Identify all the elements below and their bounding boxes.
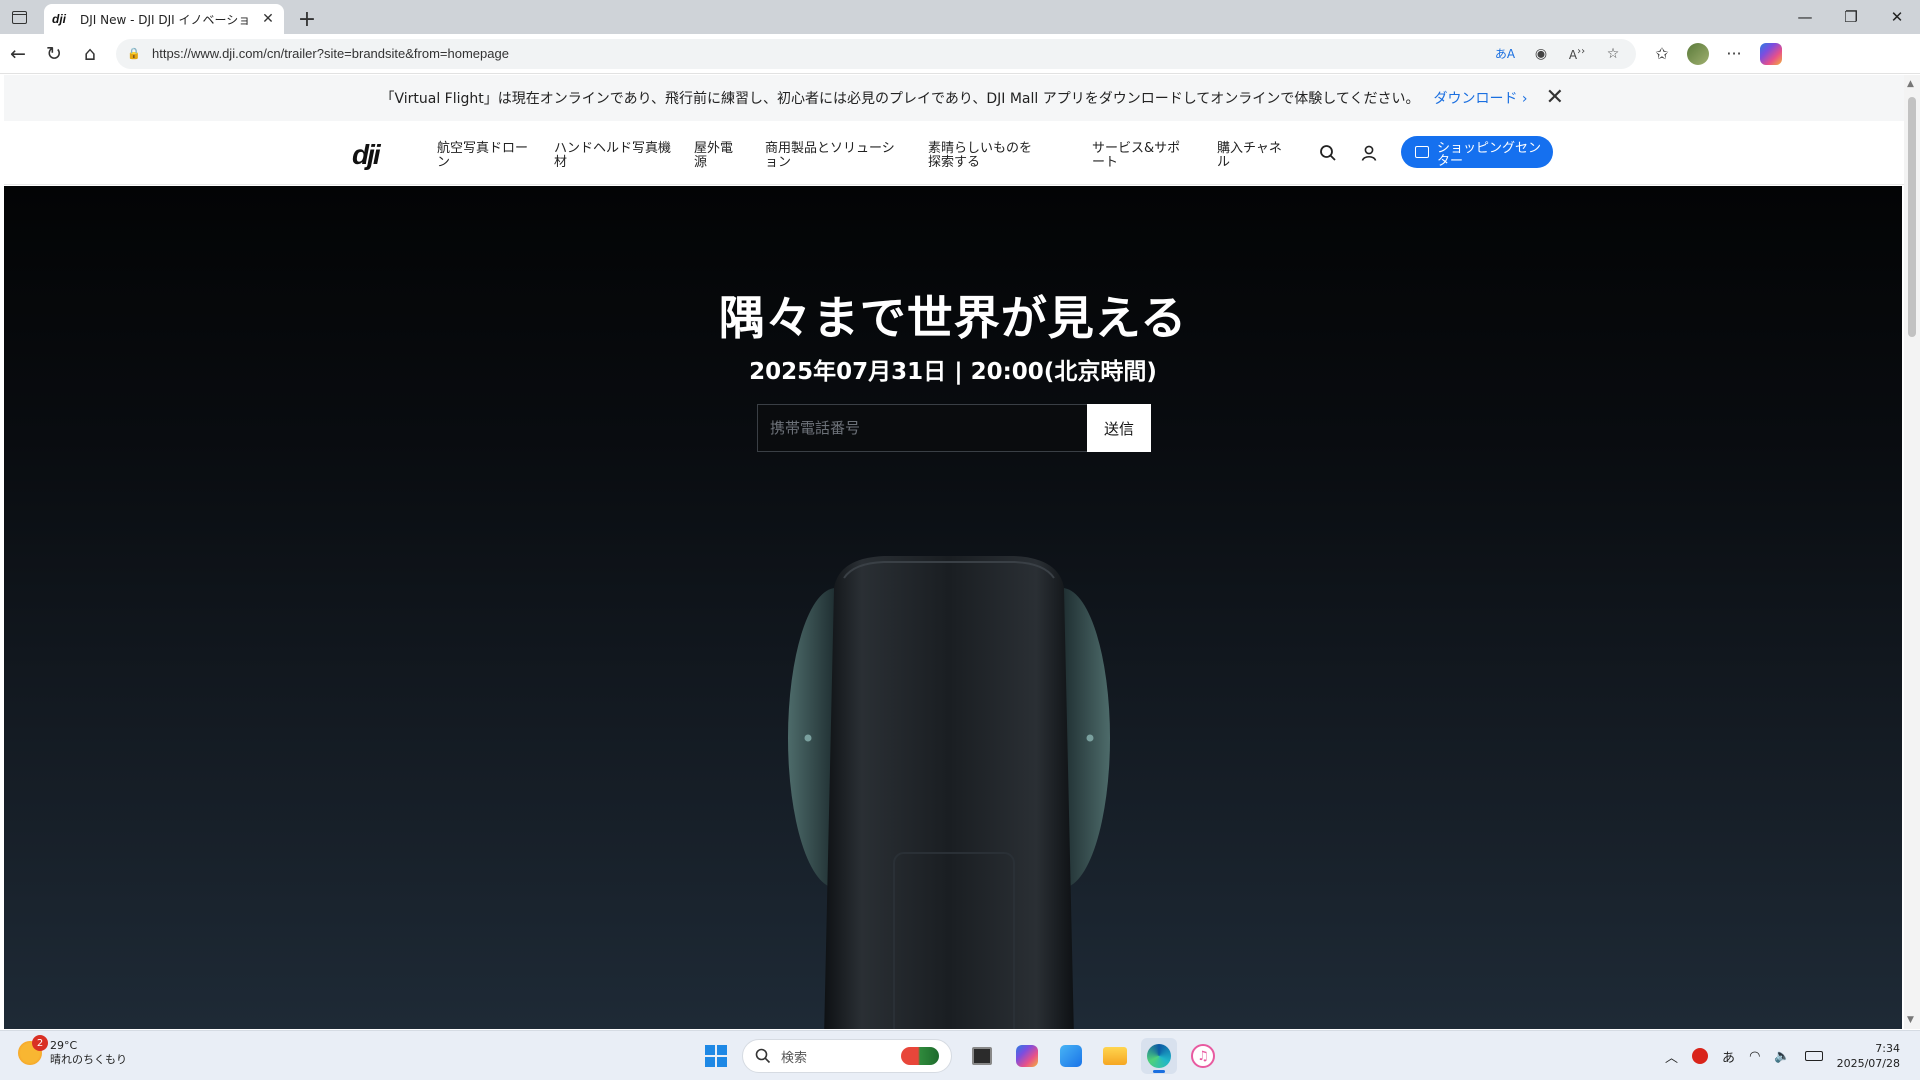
hero-title: 隅々まで世界が見える xyxy=(718,291,1188,345)
weather-sun-icon: 2 xyxy=(18,1035,48,1065)
copilot-icon[interactable] xyxy=(1760,42,1782,65)
window-controls: — ❐ ✕ xyxy=(1782,0,1920,34)
weather-description: 晴れのちくもり xyxy=(50,1053,127,1066)
more-options-icon[interactable]: ··· xyxy=(1716,38,1752,70)
active-app-indicator xyxy=(1153,1070,1165,1073)
refresh-button[interactable]: ↻ xyxy=(36,38,72,70)
windows-taskbar: 2 29°C 晴れのちくもり 検索 ♫ ︿ あ ◠ 🔈 7:34 2025/07… xyxy=(0,1030,1920,1080)
task-view-icon xyxy=(972,1047,992,1065)
dji-logo[interactable]: dji xyxy=(352,139,381,171)
start-button[interactable] xyxy=(698,1038,734,1074)
url-text[interactable]: https://www.dji.com/cn/trailer?site=bran… xyxy=(152,46,1482,61)
phone-number-input[interactable] xyxy=(757,404,1087,452)
account-icon[interactable] xyxy=(1357,141,1381,165)
file-explorer-button[interactable] xyxy=(1097,1038,1133,1074)
tray-overflow-chevron-icon[interactable]: ︿ xyxy=(1665,1047,1678,1066)
announcement-close-icon[interactable]: ✕ xyxy=(1546,85,1564,110)
nav-item-commercial[interactable]: 商用製品とソリューション xyxy=(765,142,907,170)
home-button[interactable]: ⌂ xyxy=(72,38,108,70)
nav-item-handheld[interactable]: ハンドヘルド写真機材 xyxy=(554,142,672,170)
folder-icon xyxy=(1103,1047,1127,1065)
taskbar-search-label: 検索 xyxy=(781,1050,808,1066)
edge-browser-button[interactable] xyxy=(1141,1038,1177,1074)
scrollbar-thumb[interactable] xyxy=(1908,97,1916,337)
windows-logo-icon xyxy=(705,1045,727,1067)
wifi-icon[interactable]: ◠ xyxy=(1749,1049,1760,1064)
address-bar[interactable]: 🔒 https://www.dji.com/cn/trailer?site=br… xyxy=(116,38,1636,69)
taskbar-search-box[interactable]: 検索 xyxy=(742,1039,952,1073)
360-camera-illustration xyxy=(788,556,1110,1029)
tab-actions-icon xyxy=(11,10,27,24)
volume-icon[interactable]: 🔈 xyxy=(1774,1049,1790,1064)
new-tab-button[interactable]: + xyxy=(290,4,324,34)
taskbar-search-icon xyxy=(755,1048,771,1064)
tab-actions-menu-button[interactable] xyxy=(0,0,38,34)
nav-item-service-support[interactable]: サービス&サポート xyxy=(1092,142,1190,170)
nav-item-outdoor-power[interactable]: 屋外電源 xyxy=(694,142,742,170)
dji-favicon-icon: dji xyxy=(52,12,66,26)
weather-widget[interactable]: 2 29°C 晴れのちくもり xyxy=(18,1035,127,1067)
photos-app-button[interactable] xyxy=(1053,1038,1089,1074)
photos-app-icon xyxy=(1060,1045,1082,1067)
download-link[interactable]: ダウンロード › xyxy=(1433,88,1527,108)
music-note-icon: ♫ xyxy=(1191,1044,1215,1068)
camera-product-image xyxy=(784,548,1114,1029)
hero-banner: 隅々まで世界が見える 2025年07月31日 | 20:00(北京時間) 送信 xyxy=(4,186,1902,1029)
task-view-button[interactable] xyxy=(964,1038,1000,1074)
watermelon-search-highlight-icon xyxy=(901,1047,939,1065)
lock-icon[interactable]: 🔒 xyxy=(126,46,142,62)
back-button[interactable]: ← xyxy=(0,38,36,70)
browser-tab-strip: dji DJI New - DJI DJI イノベーション ✕ + — ❐ ✕ xyxy=(0,0,1920,34)
copilot-taskbar-icon xyxy=(1016,1045,1038,1067)
announcement-text: 「Virtual Flight」は現在オンラインであり、飛行前に練習し、初心者に… xyxy=(380,91,1420,107)
copilot-taskbar-button[interactable] xyxy=(1009,1038,1045,1074)
read-aloud-icon[interactable]: A›› xyxy=(1564,46,1590,62)
antivirus-tray-icon[interactable] xyxy=(1692,1048,1709,1064)
ime-indicator[interactable]: あ xyxy=(1722,1047,1735,1066)
weather-temperature: 29°C xyxy=(50,1039,78,1052)
favorites-icon[interactable]: ✩ xyxy=(1644,38,1680,70)
clock-time: 7:34 xyxy=(1875,1042,1900,1055)
search-icon[interactable] xyxy=(1316,141,1340,165)
launch-date: 2025年07月31日 | 20:00(北京時間) xyxy=(749,359,1157,385)
favorite-star-icon[interactable]: ☆ xyxy=(1600,46,1626,62)
shopping-center-button[interactable]: ショッピングセンター xyxy=(1401,136,1553,168)
announcement-bar: 「Virtual Flight」は現在オンラインであり、飛行前に練習し、初心者に… xyxy=(4,75,1904,121)
tracking-prevention-icon[interactable]: ◉ xyxy=(1528,46,1554,62)
submit-button[interactable]: 送信 xyxy=(1087,404,1151,452)
scroll-down-icon[interactable]: ▼ xyxy=(1907,1015,1914,1025)
restore-button[interactable]: ❐ xyxy=(1828,0,1874,34)
nav-item-aerial-drones[interactable]: 航空写真ドローン xyxy=(437,142,529,170)
minimize-button[interactable]: — xyxy=(1782,0,1828,34)
edge-icon xyxy=(1147,1044,1171,1068)
close-window-button[interactable]: ✕ xyxy=(1874,0,1920,34)
nav-item-explore[interactable]: 素晴らしいものを探索する xyxy=(928,142,1040,170)
site-header-nav: dji 航空写真ドローン ハンドヘルド写真機材 屋外電源 商用製品とソリューショ… xyxy=(4,121,1904,185)
tab-title: DJI New - DJI DJI イノベーション xyxy=(80,12,250,27)
page-scrollbar[interactable]: ▲ ▼ xyxy=(1904,75,1920,1029)
system-tray: ︿ あ ◠ 🔈 7:34 2025/07/28 xyxy=(1665,1031,1900,1080)
notification-badge: 2 xyxy=(32,1035,48,1051)
browser-toolbar: ← ↻ ⌂ 🔒 https://www.dji.com/cn/trailer?s… xyxy=(0,34,1920,74)
shopping-bag-icon xyxy=(1415,146,1429,158)
itunes-button[interactable]: ♫ xyxy=(1185,1038,1221,1074)
tab-close-icon[interactable]: ✕ xyxy=(260,11,276,27)
shopping-center-label: ショッピングセンター xyxy=(1437,141,1542,168)
clock[interactable]: 7:34 2025/07/28 xyxy=(1837,1041,1900,1071)
browser-tab-active[interactable]: dji DJI New - DJI DJI イノベーション ✕ xyxy=(44,4,284,34)
phone-signup-form: 送信 xyxy=(757,404,1153,452)
page-viewport: 「Virtual Flight」は現在オンラインであり、飛行前に練習し、初心者に… xyxy=(0,75,1920,1029)
clock-date: 2025/07/28 xyxy=(1836,1057,1900,1070)
nav-item-purchase-channel[interactable]: 購入チャネル xyxy=(1217,142,1291,170)
profile-avatar[interactable] xyxy=(1687,42,1709,65)
battery-icon[interactable] xyxy=(1804,1051,1823,1061)
translate-icon[interactable]: あA xyxy=(1492,45,1518,62)
scroll-up-icon[interactable]: ▲ xyxy=(1907,79,1914,89)
